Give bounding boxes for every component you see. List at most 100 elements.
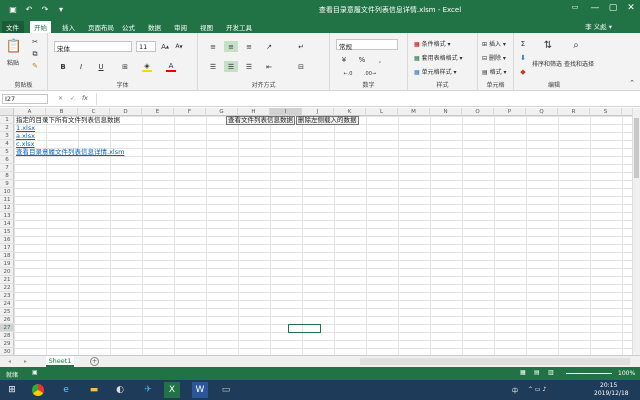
zoom-slider[interactable] — [566, 373, 612, 374]
font-size-select[interactable]: 11 — [136, 41, 156, 52]
cell-a4-link[interactable]: c.xlsx — [16, 140, 35, 148]
percent-icon[interactable]: % — [356, 55, 368, 65]
align-left-icon[interactable]: ☰ — [206, 61, 220, 72]
row-header[interactable]: 9 — [0, 180, 14, 188]
macro-record-icon[interactable]: ▣ — [32, 369, 38, 376]
column-header[interactable]: G — [206, 108, 238, 116]
tab-file[interactable]: 文件 — [2, 21, 24, 33]
sort-filter-icon[interactable]: ⇅ — [540, 37, 556, 53]
cell-a2-link[interactable]: 1.xlsx — [16, 124, 35, 132]
page-layout-view-icon[interactable]: ▤ — [534, 369, 540, 376]
align-bottom-icon[interactable]: ≡ — [242, 41, 256, 52]
view-file-list-button[interactable]: 查看文件列表信息数据 — [226, 116, 295, 125]
collapse-ribbon-icon[interactable]: ⌃ — [628, 79, 636, 87]
close-button[interactable]: ✕ — [622, 3, 640, 15]
increase-decimal-icon[interactable]: ←.0 — [340, 69, 356, 79]
folder-icon[interactable]: ▬ — [86, 382, 102, 398]
column-header[interactable]: F — [174, 108, 206, 116]
row-header[interactable]: 6 — [0, 156, 14, 164]
ribbon-options-icon[interactable]: ▭ — [566, 3, 584, 15]
row-header[interactable]: 27 — [0, 324, 14, 332]
number-format-select[interactable]: 常规 — [336, 39, 398, 51]
cut-icon[interactable]: ✂ — [30, 37, 40, 47]
comma-icon[interactable]: , — [374, 55, 386, 65]
row-header[interactable]: 5 — [0, 148, 14, 156]
tab-insert[interactable]: 插入 — [58, 21, 79, 33]
horizontal-scrollbar[interactable] — [360, 358, 630, 365]
format-as-table-button[interactable]: ▦ 套用表格格式 ▾ — [414, 53, 463, 62]
row-header[interactable]: 8 — [0, 172, 14, 180]
delete-loaded-data-button[interactable]: 删除左侧载入的数据 — [296, 116, 359, 125]
row-header[interactable]: 14 — [0, 220, 14, 228]
currency-icon[interactable]: ¥ — [338, 55, 350, 65]
row-header[interactable]: 3 — [0, 132, 14, 140]
tab-page-layout[interactable]: 页面布局 — [84, 21, 118, 33]
fill-color-icon[interactable]: ◈ — [142, 61, 152, 72]
sheet-tab-sheet1[interactable]: Sheet1 — [46, 356, 74, 367]
find-select-button[interactable]: 查找和选择 — [564, 59, 594, 68]
column-header[interactable]: Q — [526, 108, 558, 116]
name-box[interactable]: I27 — [2, 94, 48, 104]
row-header[interactable]: 10 — [0, 188, 14, 196]
italic-button[interactable]: I — [76, 61, 86, 72]
page-break-view-icon[interactable]: ▥ — [548, 369, 554, 376]
orientation-icon[interactable]: ↗ — [262, 41, 276, 52]
row-header[interactable]: 12 — [0, 204, 14, 212]
tab-review[interactable]: 审阅 — [170, 21, 191, 33]
scroll-prev-sheet-icon[interactable]: ◂ — [8, 358, 11, 365]
scroll-next-sheet-icon[interactable]: ▸ — [24, 358, 27, 365]
minimize-button[interactable]: — — [586, 3, 604, 15]
decrease-decimal-icon[interactable]: .00→ — [362, 69, 378, 79]
column-header[interactable]: S — [590, 108, 622, 116]
tab-home[interactable]: 开始 — [30, 21, 51, 33]
undo-icon[interactable]: ↶ — [24, 4, 34, 14]
vertical-scroll-thumb[interactable] — [634, 118, 639, 178]
row-header[interactable]: 29 — [0, 340, 14, 348]
restore-button[interactable]: ▢ — [604, 3, 622, 15]
cancel-icon[interactable]: ✕ — [58, 95, 63, 102]
row-header[interactable]: 16 — [0, 236, 14, 244]
chrome-icon[interactable] — [30, 382, 46, 398]
user-account[interactable]: 李 义彪 ▾ — [585, 21, 612, 31]
app-icon[interactable]: ◐ — [112, 382, 128, 398]
align-middle-icon[interactable]: ≡ — [224, 41, 238, 52]
column-header[interactable]: C — [78, 108, 110, 116]
start-icon[interactable]: ⊞ — [4, 382, 20, 398]
font-color-icon[interactable]: A — [166, 61, 176, 72]
column-header[interactable]: A — [14, 108, 46, 116]
row-header[interactable]: 28 — [0, 332, 14, 340]
row-header[interactable]: 26 — [0, 316, 14, 324]
font-name-select[interactable]: 宋体 — [54, 41, 132, 53]
wrap-text-icon[interactable]: ↵ — [294, 41, 308, 52]
column-header[interactable]: K — [334, 108, 366, 116]
row-header[interactable]: 21 — [0, 276, 14, 284]
align-center-icon[interactable]: ☰ — [224, 61, 238, 72]
tab-data[interactable]: 数据 — [144, 21, 165, 33]
row-header[interactable]: 24 — [0, 300, 14, 308]
border-icon[interactable]: ⊞ — [120, 61, 130, 72]
shrink-font-icon[interactable]: A ▼ — [174, 41, 184, 52]
cell-a1[interactable]: 指定的目录下所有文件列表信息数据 — [16, 116, 120, 124]
excel-taskbar-icon[interactable]: X — [164, 382, 180, 398]
paste-icon[interactable]: 📋 — [6, 37, 22, 55]
column-header[interactable]: H — [238, 108, 270, 116]
column-header[interactable]: O — [462, 108, 494, 116]
tab-view[interactable]: 视图 — [196, 21, 217, 33]
enter-icon[interactable]: ✓ — [70, 95, 75, 102]
add-sheet-button[interactable]: + — [90, 357, 99, 366]
find-select-icon[interactable]: ⌕ — [568, 37, 584, 53]
column-header[interactable]: J — [302, 108, 334, 116]
tray-icons[interactable]: ⌃ ▭ ♪ — [528, 386, 546, 393]
cell-area[interactable]: 指定的目录下所有文件列表信息数据 1.xlsx a.xlsx c.xlsx 查看… — [14, 116, 632, 355]
insert-cells-button[interactable]: ⊞ 插入 ▾ — [482, 39, 506, 48]
row-header[interactable]: 7 — [0, 164, 14, 172]
column-header[interactable]: R — [558, 108, 590, 116]
delete-cells-button[interactable]: ⊟ 删除 ▾ — [482, 53, 506, 62]
row-header[interactable]: 11 — [0, 196, 14, 204]
row-header[interactable]: 20 — [0, 268, 14, 276]
underline-button[interactable]: U — [96, 61, 106, 72]
insert-function-button[interactable]: fx — [82, 95, 88, 102]
row-header[interactable]: 2 — [0, 124, 14, 132]
row-header[interactable]: 13 — [0, 212, 14, 220]
cell-styles-button[interactable]: ▦ 单元格样式 ▾ — [414, 67, 457, 76]
